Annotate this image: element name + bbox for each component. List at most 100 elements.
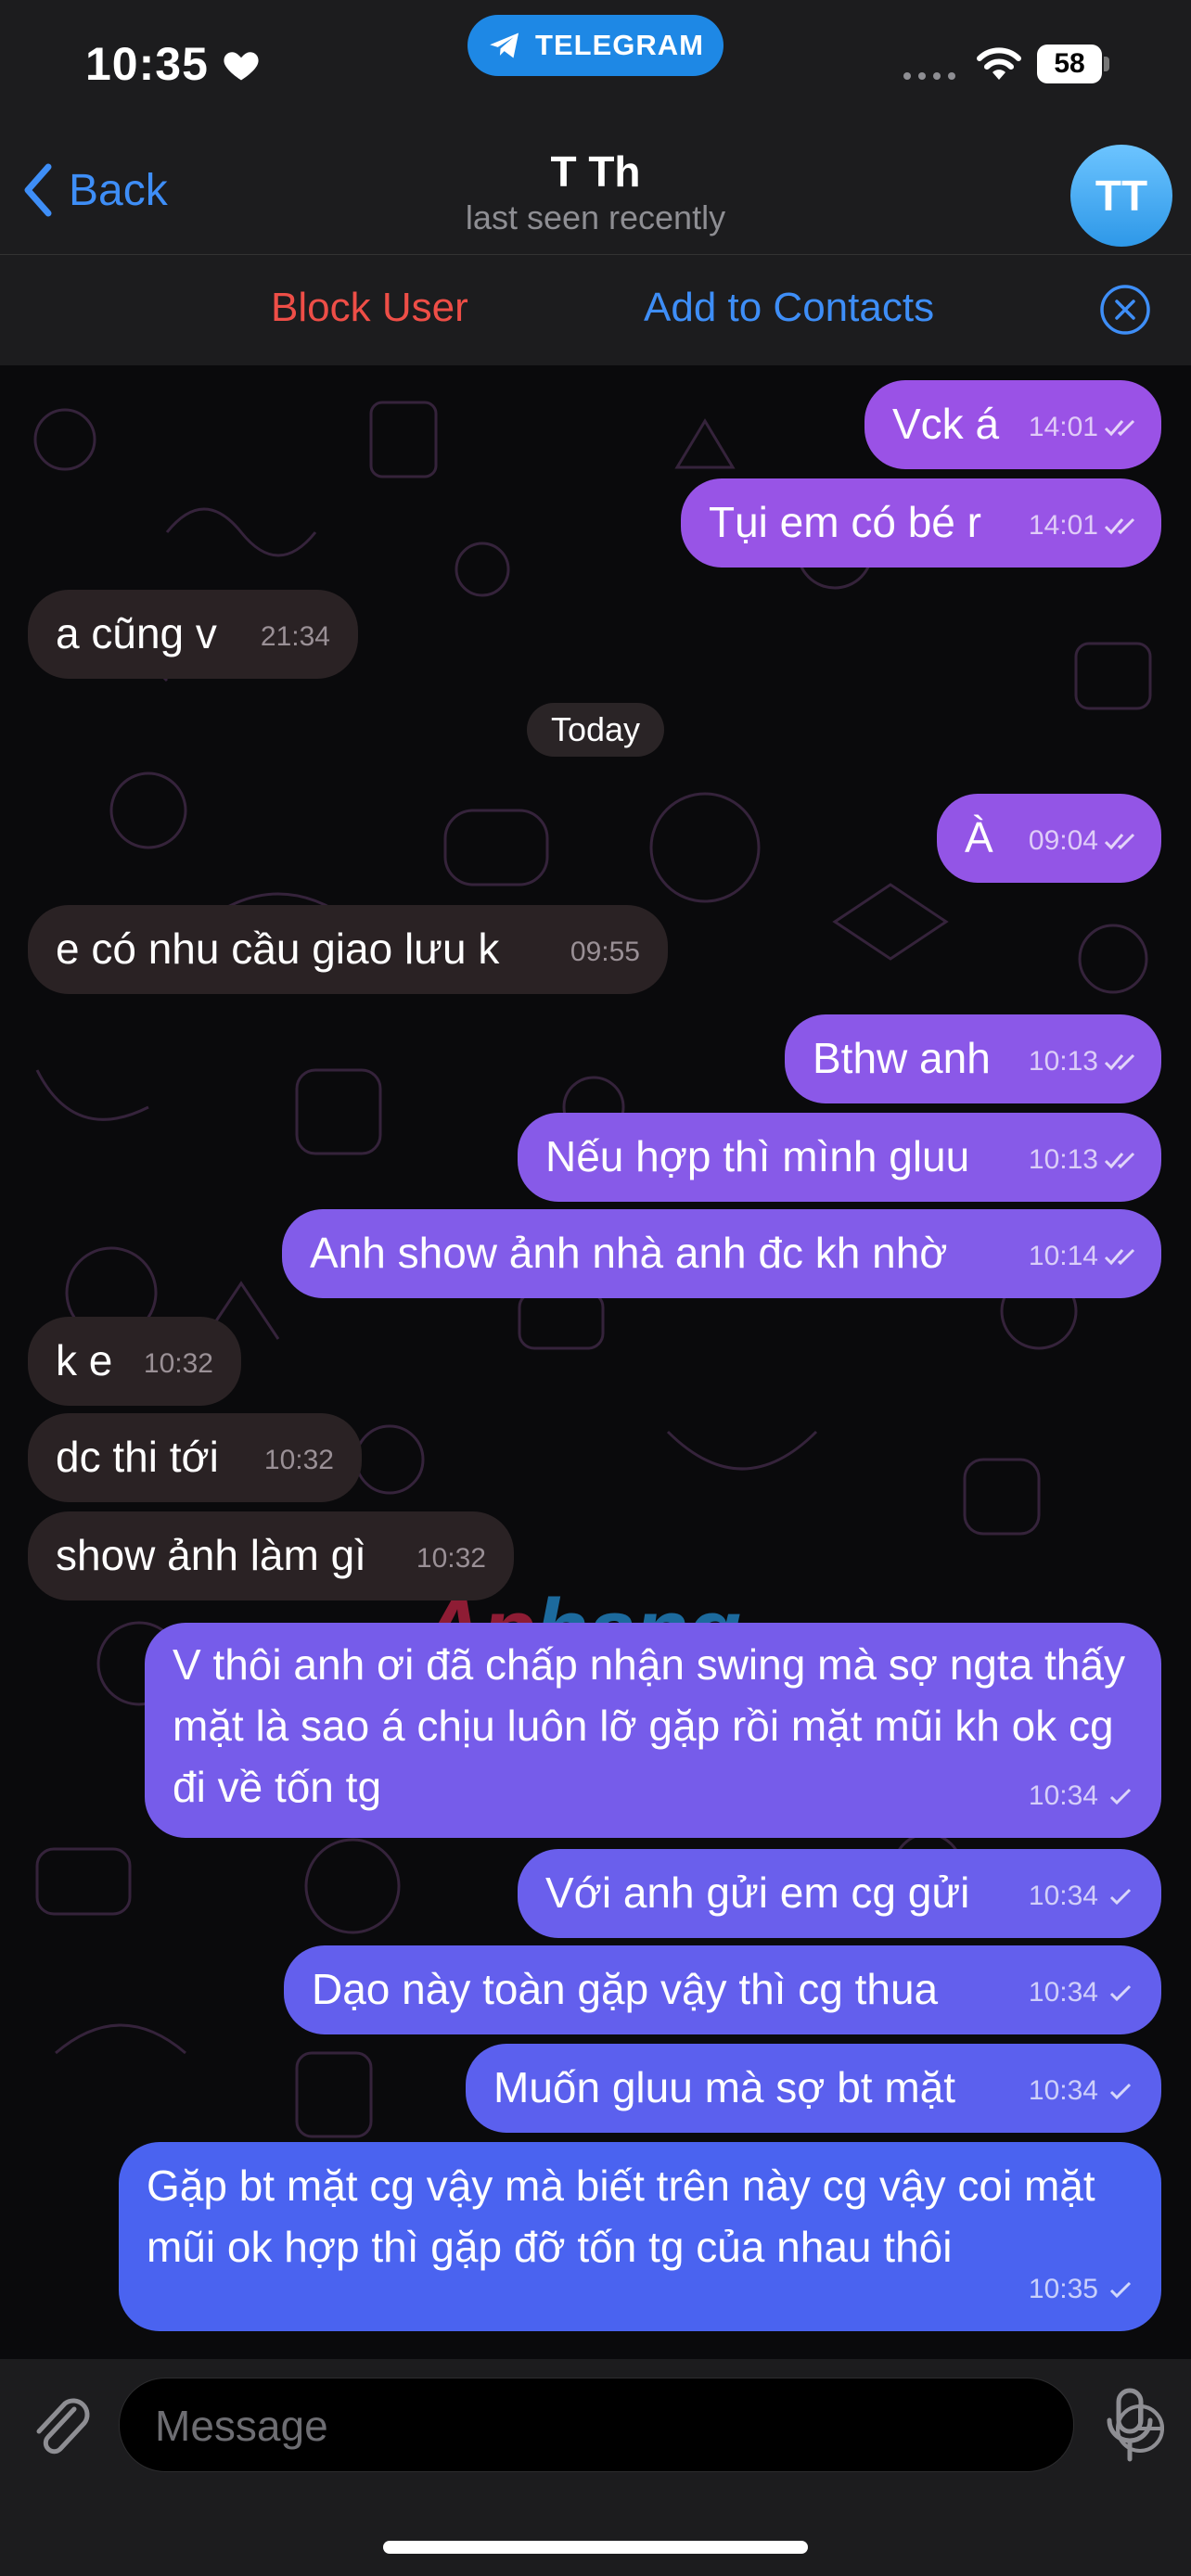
message-meta: 10:34 bbox=[1029, 2062, 1141, 2120]
message-text: Muốn gluu mà sợ bt mặt bbox=[493, 2063, 956, 2111]
message-bubble-incoming[interactable]: k e 10:32 bbox=[28, 1317, 241, 1406]
message-bubble-outgoing[interactable]: À 09:04 bbox=[937, 794, 1161, 883]
message-meta: 14:01 bbox=[1029, 497, 1141, 555]
message-input[interactable] bbox=[153, 2378, 992, 2473]
message-time: 10:34 bbox=[1028, 1977, 1098, 2008]
double-check-icon bbox=[1104, 1053, 1135, 1071]
message-time: 10:32 bbox=[263, 1445, 334, 1475]
message-time: 09:04 bbox=[1028, 825, 1098, 856]
check-icon bbox=[1109, 1788, 1132, 1805]
check-icon bbox=[1109, 2281, 1132, 2299]
message-bubble-outgoing[interactable]: Gặp bt mặt cg vậy mà biết trên này cg vậ… bbox=[119, 2142, 1161, 2331]
battery-level: 58 bbox=[1037, 45, 1102, 83]
check-icon bbox=[1109, 1984, 1132, 2002]
message-meta: 10:13 bbox=[1029, 1131, 1141, 1189]
message-meta: 10:32 bbox=[264, 1432, 334, 1489]
message-bubble-outgoing[interactable]: Với anh gửi em cg gửi 10:34 bbox=[518, 1849, 1161, 1938]
message-bubble-outgoing[interactable]: Nếu hợp thì mình gluu 10:13 bbox=[518, 1113, 1161, 1202]
message-bubble-incoming[interactable]: dc thi tới 10:32 bbox=[28, 1413, 362, 1502]
message-text: Dạo này toàn gặp vậy thì cg thua bbox=[312, 1965, 939, 2013]
telegram-pill-label: TELEGRAM bbox=[535, 29, 704, 61]
heart-icon bbox=[224, 52, 259, 81]
message-time: 10:32 bbox=[416, 1543, 486, 1574]
telegram-pill[interactable]: TELEGRAM bbox=[467, 15, 724, 76]
message-bubble-outgoing[interactable]: Anh show ảnh nhà anh đc kh nhờ 10:14 bbox=[282, 1209, 1161, 1298]
message-meta: 21:34 bbox=[261, 608, 330, 666]
message-meta: 10:13 bbox=[1029, 1033, 1141, 1090]
message-bubble-outgoing[interactable]: V thôi anh ơi đã chấp nhận swing mà sợ n… bbox=[145, 1623, 1161, 1838]
message-meta: 10:34 bbox=[1029, 1868, 1141, 1925]
message-text: À bbox=[965, 813, 993, 861]
message-text: a cũng v bbox=[56, 609, 217, 657]
message-time: 10:34 bbox=[1028, 1881, 1098, 1911]
message-text: Anh show ảnh nhà anh đc kh nhờ bbox=[310, 1229, 948, 1277]
message-bubble-outgoing[interactable]: Bthw anh 10:13 bbox=[785, 1014, 1161, 1103]
message-text: show ảnh làm gì bbox=[56, 1531, 366, 1579]
message-text: Gặp bt mặt cg vậy mà biết trên này cg vậ… bbox=[147, 2162, 1095, 2271]
message-text: Với anh gửi em cg gửi bbox=[545, 1868, 970, 1917]
close-icon[interactable] bbox=[1098, 283, 1152, 337]
message-bubble-outgoing[interactable]: Vck á 14:01 bbox=[864, 380, 1161, 469]
check-icon bbox=[1109, 1888, 1132, 1906]
message-text: Nếu hợp thì mình gluu bbox=[545, 1132, 970, 1180]
message-meta: 09:55 bbox=[570, 924, 640, 981]
message-bubble-outgoing[interactable]: Tụi em có bé r 14:01 bbox=[681, 478, 1161, 567]
message-text: V thôi anh ơi đã chấp nhận swing mà sợ n… bbox=[173, 1640, 1125, 1811]
message-text: e có nhu cầu giao lưu k bbox=[56, 925, 500, 973]
message-time: 10:13 bbox=[1028, 1046, 1098, 1077]
message-text: Bthw anh bbox=[813, 1034, 991, 1082]
double-check-icon bbox=[1104, 1152, 1135, 1169]
check-icon bbox=[1109, 2083, 1132, 2100]
message-meta: 10:34 bbox=[1029, 1964, 1141, 2021]
message-bubble-incoming[interactable]: a cũng v 21:34 bbox=[28, 590, 358, 679]
status-time: 10:35 bbox=[85, 38, 209, 90]
message-meta: 10:14 bbox=[1029, 1228, 1141, 1285]
message-meta: 14:01 bbox=[1029, 399, 1141, 456]
message-time: 21:34 bbox=[260, 621, 330, 652]
avatar[interactable]: TT bbox=[1070, 145, 1172, 247]
block-user-button[interactable]: Block User bbox=[271, 285, 468, 331]
message-bubble-outgoing[interactable]: Dạo này toàn gặp vậy thì cg thua 10:34 bbox=[284, 1945, 1161, 2034]
message-meta: 09:04 bbox=[1029, 812, 1141, 870]
message-time: 10:14 bbox=[1028, 1241, 1098, 1271]
message-time: 10:35 bbox=[1028, 2274, 1098, 2304]
message-meta: 10:32 bbox=[144, 1335, 213, 1393]
message-composer bbox=[0, 2359, 1191, 2576]
double-check-icon bbox=[1104, 1248, 1135, 1266]
message-bubble-incoming[interactable]: e có nhu cầu giao lưu k 09:55 bbox=[28, 905, 668, 994]
message-time: 09:55 bbox=[570, 937, 640, 967]
add-to-contacts-button[interactable]: Add to Contacts bbox=[644, 285, 934, 331]
message-time: 10:13 bbox=[1028, 1144, 1098, 1175]
message-time: 14:01 bbox=[1028, 510, 1098, 541]
message-text: k e bbox=[56, 1336, 113, 1384]
message-field[interactable] bbox=[119, 2378, 1165, 2473]
chat-header: Back T Th last seen recently TT bbox=[0, 139, 1191, 254]
double-check-icon bbox=[1104, 517, 1135, 535]
message-text: Vck á bbox=[892, 400, 1000, 448]
battery-icon: 58 bbox=[1037, 45, 1109, 83]
paperclip-icon[interactable] bbox=[28, 2391, 93, 2465]
microphone-icon[interactable] bbox=[1104, 2387, 1156, 2465]
wifi-icon bbox=[977, 47, 1021, 80]
message-bubble-outgoing[interactable]: Muốn gluu mà sợ bt mặt 10:34 bbox=[466, 2044, 1161, 2133]
double-check-icon bbox=[1104, 419, 1135, 437]
message-text: dc thi tới bbox=[56, 1433, 219, 1481]
message-meta: 10:35 bbox=[1029, 2261, 1141, 2318]
message-time: 14:01 bbox=[1028, 412, 1098, 442]
message-meta: 10:32 bbox=[416, 1530, 486, 1588]
message-meta: 10:34 bbox=[1029, 1767, 1141, 1825]
signal-icon bbox=[903, 72, 955, 80]
date-separator: Today bbox=[527, 703, 664, 757]
contact-action-bar: Block User Add to Contacts bbox=[0, 254, 1191, 366]
message-text: Tụi em có bé r bbox=[709, 498, 981, 546]
message-bubble-incoming[interactable]: show ảnh làm gì 10:32 bbox=[28, 1511, 514, 1600]
chat-title[interactable]: T Th bbox=[0, 147, 1191, 197]
message-time: 10:32 bbox=[143, 1348, 213, 1379]
status-bar: 10:35 TELEGRAM 58 bbox=[0, 0, 1191, 139]
paper-plane-icon bbox=[490, 32, 519, 58]
message-time: 10:34 bbox=[1028, 1780, 1098, 1811]
home-indicator bbox=[383, 2541, 808, 2554]
message-list[interactable]: Vck á 14:01 Tụi em có bé r 14:01 a cũng … bbox=[0, 365, 1191, 2359]
double-check-icon bbox=[1104, 833, 1135, 850]
chat-status: last seen recently bbox=[465, 198, 726, 236]
